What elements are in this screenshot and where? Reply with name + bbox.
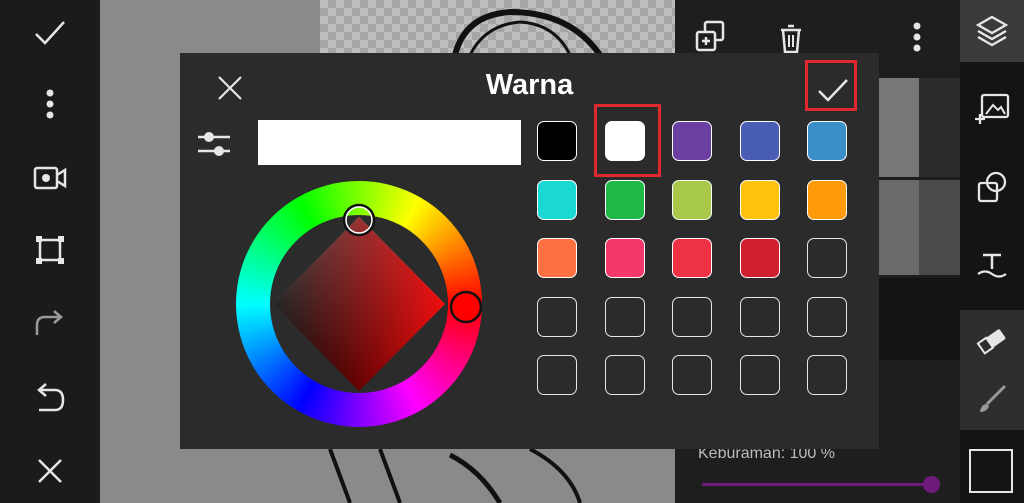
empty-swatch[interactable] xyxy=(604,296,645,337)
add-image-icon[interactable] xyxy=(960,78,1024,140)
layer-visibility-strip[interactable] xyxy=(919,78,960,177)
text-icon[interactable] xyxy=(960,233,1024,295)
opacity-slider-thumb[interactable] xyxy=(923,476,940,493)
crop-icon[interactable] xyxy=(30,230,70,270)
empty-swatch[interactable] xyxy=(672,355,712,395)
more-vertical-icon[interactable] xyxy=(30,84,70,124)
empty-swatch[interactable] xyxy=(537,296,577,337)
empty-swatch[interactable] xyxy=(739,296,780,337)
left-toolbar xyxy=(0,0,100,503)
color-swatch[interactable] xyxy=(739,121,780,161)
add-layer-icon[interactable] xyxy=(695,20,727,57)
color-swatch[interactable] xyxy=(537,179,577,220)
empty-swatch[interactable] xyxy=(604,355,645,395)
color-swatch[interactable] xyxy=(739,179,780,220)
close-icon[interactable] xyxy=(30,451,70,491)
layers-icon[interactable] xyxy=(960,0,1024,62)
redo-icon[interactable] xyxy=(30,303,70,343)
color-swatch[interactable] xyxy=(604,238,645,278)
undo-icon[interactable] xyxy=(30,378,70,418)
more-vertical-icon[interactable] xyxy=(912,21,922,58)
confirm-highlight xyxy=(805,60,857,111)
empty-swatch[interactable] xyxy=(807,355,847,395)
color-swatch[interactable] xyxy=(537,238,577,278)
right-toolbar xyxy=(960,0,1024,503)
camera-icon[interactable] xyxy=(30,158,70,198)
color-swatch[interactable] xyxy=(672,238,712,278)
color-swatch[interactable] xyxy=(807,179,847,220)
empty-swatch[interactable] xyxy=(739,355,780,395)
color-swatch[interactable] xyxy=(739,238,780,278)
empty-swatch[interactable] xyxy=(807,296,847,337)
shapes-icon[interactable] xyxy=(960,156,1024,218)
color-swatch[interactable] xyxy=(807,121,847,161)
layer-visibility-strip[interactable] xyxy=(919,180,960,275)
color-picker-dialog: Warna xyxy=(180,53,879,449)
selected-swatch-highlight xyxy=(594,104,661,177)
color-swatch[interactable] xyxy=(672,179,712,220)
color-swatch[interactable] xyxy=(537,121,577,161)
layer-row[interactable] xyxy=(879,278,960,360)
empty-swatch[interactable] xyxy=(672,296,712,337)
color-wheel[interactable] xyxy=(230,179,488,429)
layer-thumbnail[interactable] xyxy=(879,78,919,177)
color-swatch[interactable] xyxy=(672,121,712,161)
color-icon[interactable] xyxy=(969,449,1013,493)
check-icon[interactable] xyxy=(30,13,70,53)
dialog-title: Warna xyxy=(485,69,574,101)
color-swatch[interactable] xyxy=(604,179,645,220)
eraser-icon[interactable] xyxy=(960,310,1024,372)
hue-handle[interactable] xyxy=(449,290,483,324)
empty-swatch[interactable] xyxy=(537,355,577,395)
hex-color-field[interactable] xyxy=(258,120,521,165)
sliders-icon[interactable] xyxy=(196,129,232,164)
opacity-slider-track[interactable] xyxy=(702,483,932,486)
brush-icon[interactable] xyxy=(960,368,1024,430)
empty-swatch[interactable] xyxy=(807,238,847,278)
layer-thumbnail[interactable] xyxy=(879,180,919,275)
